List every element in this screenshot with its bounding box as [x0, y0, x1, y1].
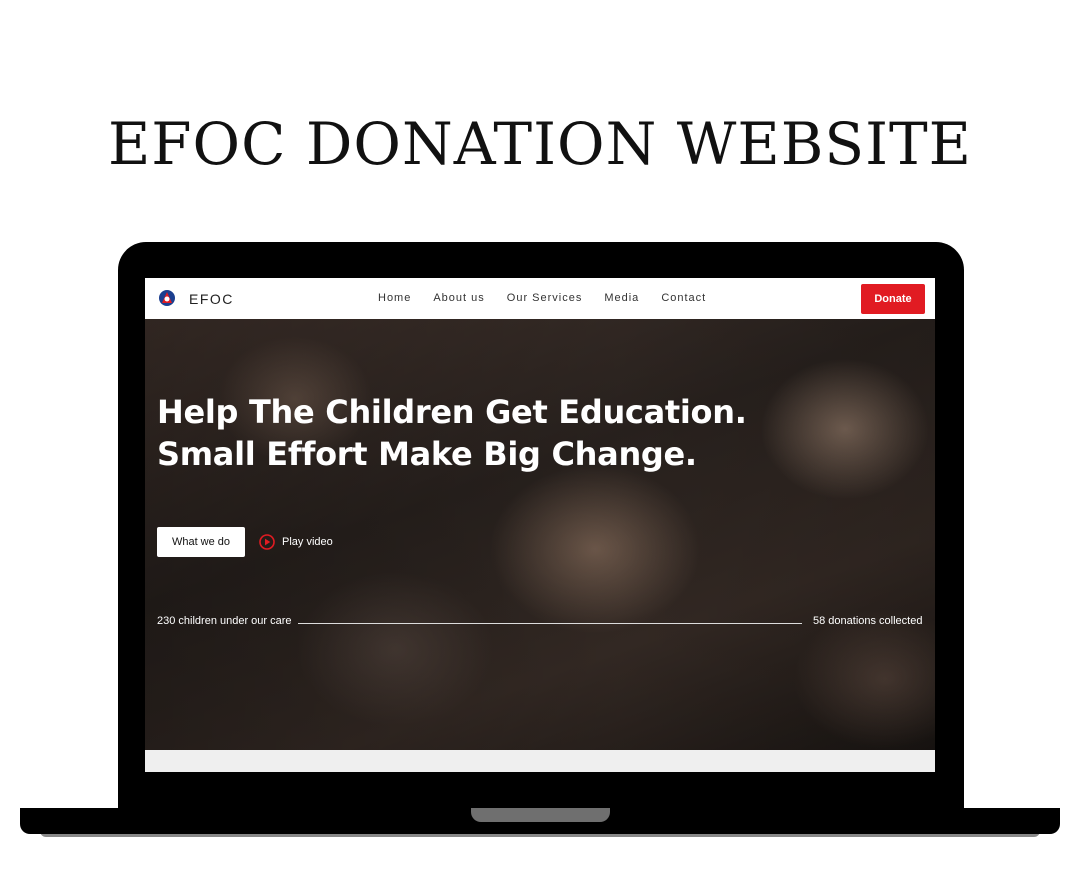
play-circle-icon: [259, 534, 275, 550]
nav-link-home[interactable]: Home: [378, 292, 411, 304]
laptop-notch: [471, 808, 610, 822]
brand-name: EFOC: [189, 291, 234, 307]
play-video-label: Play video: [282, 536, 333, 548]
stat-divider-line: [298, 623, 802, 624]
logo-icon: [159, 290, 175, 306]
hero-headline: Help The Children Get Education. Small E…: [157, 391, 747, 475]
nav-link-media[interactable]: Media: [604, 292, 639, 304]
donations-count-stat: 58 donations collected: [813, 615, 923, 627]
laptop-screen: EFOC Home About us Our Services Media Co…: [145, 278, 935, 772]
hero-section: Help The Children Get Education. Small E…: [145, 319, 935, 750]
navbar: EFOC Home About us Our Services Media Co…: [145, 278, 935, 319]
page-bottom-strip: [145, 750, 935, 772]
children-count-stat: 230 children under our care: [157, 615, 292, 627]
hero-headline-line1: Help The Children Get Education.: [157, 393, 747, 431]
nav-link-our-services[interactable]: Our Services: [507, 292, 583, 304]
nav-link-contact[interactable]: Contact: [661, 292, 706, 304]
nav-link-about-us[interactable]: About us: [433, 292, 484, 304]
hero-headline-line2: Small Effort Make Big Change.: [157, 435, 697, 473]
play-video-button[interactable]: Play video: [259, 534, 333, 550]
donate-button[interactable]: Donate: [861, 284, 925, 314]
nav-links: Home About us Our Services Media Contact: [378, 292, 728, 304]
what-we-do-button[interactable]: What we do: [157, 527, 245, 557]
page-title: EFOC DONATION WEBSITE: [107, 110, 973, 178]
